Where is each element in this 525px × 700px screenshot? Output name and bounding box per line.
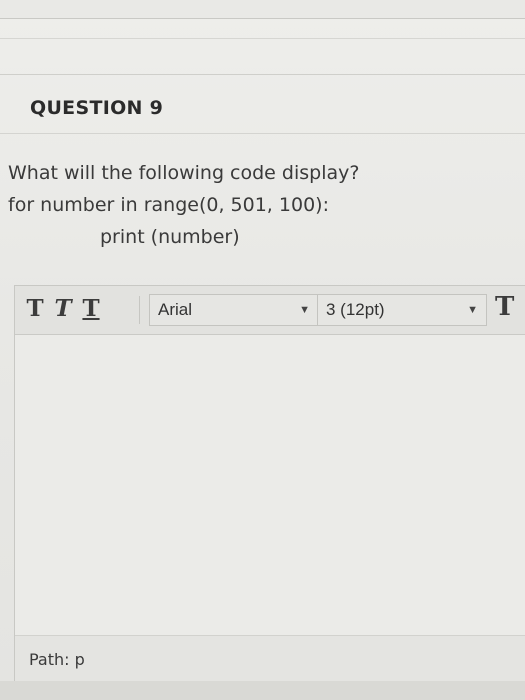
code-line: print (number) [100, 226, 240, 248]
path-label: Path: p [29, 650, 85, 669]
font-family-select[interactable]: Arial ▼ [149, 294, 319, 326]
bold-button[interactable]: T [25, 294, 45, 324]
font-size-value: 3 (12pt) [326, 300, 385, 319]
divider [0, 133, 525, 134]
toolbar-separator [139, 296, 140, 324]
editor-statusbar: Path: p [15, 635, 525, 682]
code-line: for number in range(0, 501, 100): [8, 194, 329, 216]
editor-text-area[interactable] [15, 335, 525, 635]
chevron-down-icon: ▼ [467, 304, 478, 316]
underline-button[interactable]: T [81, 294, 101, 324]
editor-toolbar: T T T Arial ▼ 3 (12pt) ▼ T [15, 286, 525, 335]
divider [0, 74, 525, 75]
answer-editor: T T T Arial ▼ 3 (12pt) ▼ T Path: p [14, 285, 525, 682]
divider [0, 38, 525, 39]
question-prompt: What will the following code display? [8, 162, 360, 184]
chevron-down-icon: ▼ [299, 304, 310, 316]
font-size-select[interactable]: 3 (12pt) ▼ [317, 294, 487, 326]
bottom-edge [0, 681, 525, 700]
font-family-value: Arial [158, 300, 193, 319]
question-heading: QUESTION 9 [30, 97, 164, 119]
text-color-button[interactable]: T [495, 292, 514, 322]
question-text: What will the following code display? fo… [8, 157, 359, 253]
top-strip [0, 0, 525, 19]
question-page: QUESTION 9 What will the following code … [0, 0, 525, 700]
italic-button[interactable]: T [53, 294, 73, 324]
